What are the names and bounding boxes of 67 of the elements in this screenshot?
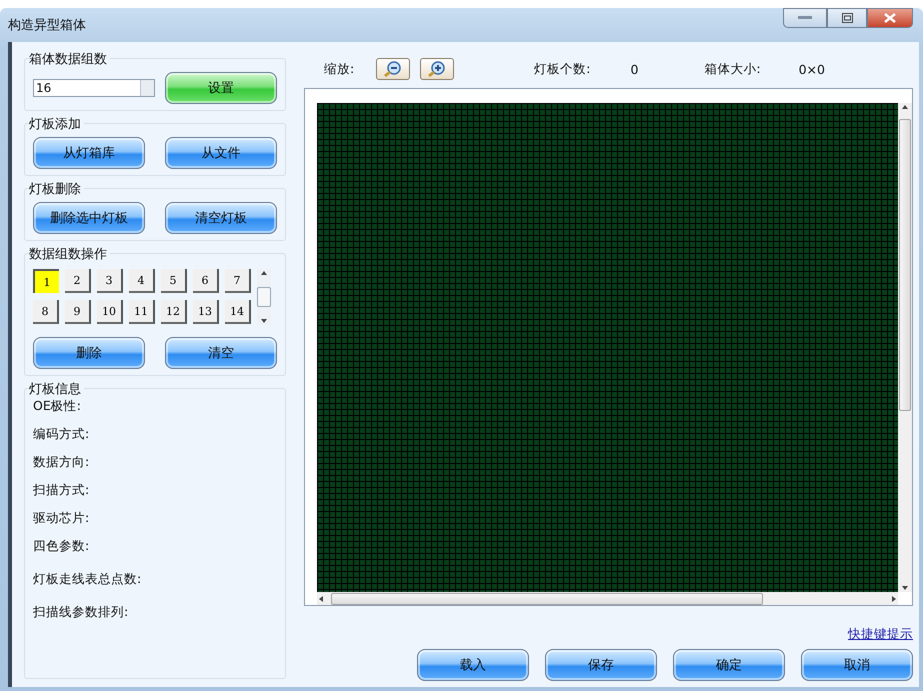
group-number-button[interactable]: 11 xyxy=(129,300,155,324)
group-number-button[interactable]: 8 xyxy=(33,300,59,324)
group-number-button[interactable]: 6 xyxy=(193,269,219,293)
panel-count-value: 0 xyxy=(630,62,638,76)
action-button[interactable]: 删除选中灯板 xyxy=(33,202,145,234)
down-arrow-icon[interactable] xyxy=(260,317,268,325)
number-spinner[interactable]: 16 xyxy=(33,79,155,97)
action-button[interactable]: 删除 xyxy=(33,337,145,369)
left-arrow-icon[interactable] xyxy=(317,594,325,602)
dialog-button[interactable]: 取消 xyxy=(801,649,913,681)
panel-count-label: 灯板个数: xyxy=(534,60,590,78)
group-number-button[interactable]: 5 xyxy=(161,269,187,293)
scroll-thumb[interactable] xyxy=(331,592,763,604)
group-title: 灯板删除 xyxy=(29,180,84,198)
zoom-label: 缩放: xyxy=(324,60,354,78)
group-number-button[interactable]: 4 xyxy=(129,269,155,293)
group-number-button[interactable]: 12 xyxy=(161,300,187,324)
maximize-icon xyxy=(842,13,852,23)
group-number-button[interactable]: 3 xyxy=(97,269,123,293)
zoom-out-button[interactable] xyxy=(376,58,410,80)
group-number-button[interactable]: 13 xyxy=(193,300,219,324)
maximize-button[interactable] xyxy=(827,8,867,28)
group-number-button[interactable]: 10 xyxy=(97,300,123,324)
group-number-button[interactable]: 2 xyxy=(65,269,91,293)
up-arrow-icon[interactable] xyxy=(260,269,268,277)
info-label: 四色参数: xyxy=(33,538,90,555)
window-title: 构造异型箱体 xyxy=(8,17,86,34)
scroll-thumb[interactable] xyxy=(257,287,271,307)
group-title: 箱体数据组数 xyxy=(29,50,110,68)
close-button[interactable] xyxy=(867,8,913,28)
group-title: 数据组数操作 xyxy=(29,245,110,263)
info-label: 扫描线参数排列: xyxy=(33,604,130,621)
info-label: 驱动芯片: xyxy=(33,510,90,527)
info-label: 编码方式: xyxy=(33,426,90,443)
group-number-button[interactable]: 14 xyxy=(225,300,251,324)
minimize-icon xyxy=(798,16,812,20)
group-number-button[interactable]: 7 xyxy=(225,269,251,293)
cabinet-size-value: 0×0 xyxy=(798,62,825,76)
list-scrollbar[interactable] xyxy=(257,269,271,325)
dialog-button[interactable]: 确定 xyxy=(673,649,785,681)
action-button[interactable]: 从文件 xyxy=(165,137,277,169)
set-button[interactable]: 设置 xyxy=(165,72,277,104)
info-label: 灯板走线表总点数: xyxy=(33,571,142,588)
shortcut-link[interactable]: 快捷键提示 xyxy=(848,626,913,643)
zoom-in-button[interactable] xyxy=(420,58,454,80)
group-number-button[interactable]: 9 xyxy=(65,300,91,324)
action-button[interactable]: 从灯箱库 xyxy=(33,137,145,169)
dialog-button[interactable]: 保存 xyxy=(545,649,657,681)
info-label: 扫描方式: xyxy=(33,482,90,499)
close-icon xyxy=(884,13,896,23)
action-button[interactable]: 清空灯板 xyxy=(165,202,277,234)
action-button[interactable]: 清空 xyxy=(165,337,277,369)
vertical-scrollbar[interactable] xyxy=(898,103,912,592)
down-arrow-icon[interactable] xyxy=(901,584,909,592)
minimize-button[interactable] xyxy=(783,8,827,28)
group-title: 灯板添加 xyxy=(29,115,84,133)
info-label: OE极性: xyxy=(33,398,82,415)
info-label: 数据方向: xyxy=(33,454,90,471)
dialog-button[interactable]: 载入 xyxy=(417,649,529,681)
group-number-button[interactable]: 1 xyxy=(33,269,59,293)
right-arrow-icon[interactable] xyxy=(890,594,898,602)
cabinet-size-label: 箱体大小: xyxy=(704,60,761,78)
group-title: 灯板信息 xyxy=(29,380,84,398)
horizontal-scrollbar[interactable] xyxy=(317,592,898,605)
scroll-thumb[interactable] xyxy=(899,119,911,411)
spinner-value: 16 xyxy=(36,81,52,95)
up-arrow-icon[interactable] xyxy=(901,103,909,111)
